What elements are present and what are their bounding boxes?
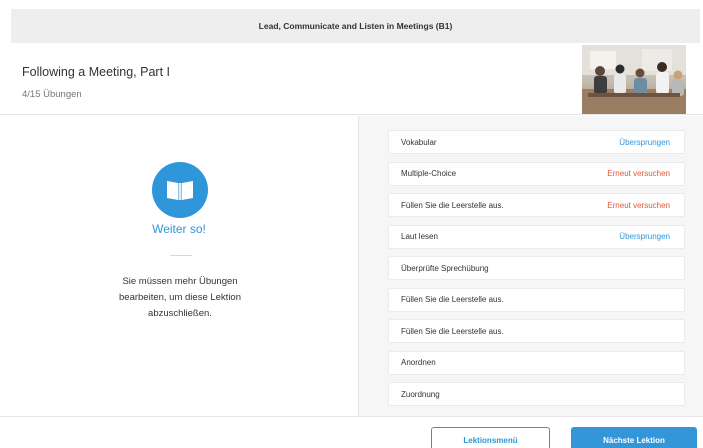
exercise-item[interactable]: Vokabular Übersprungen [388, 130, 685, 154]
exercise-item[interactable]: Überprüfte Sprechübung [388, 256, 685, 280]
course-title-bar: Lead, Communicate and Listen in Meetings… [11, 9, 700, 43]
exercise-name: Überprüfte Sprechübung [401, 263, 489, 273]
exercise-name: Füllen Sie die Leerstelle aus. [401, 200, 504, 210]
exercise-item[interactable]: Füllen Sie die Leerstelle aus. Erneut ver… [388, 193, 685, 217]
exercise-item[interactable]: Füllen Sie die Leerstelle aus. [388, 287, 685, 312]
lesson-menu-button[interactable]: Lektionsmenü [431, 427, 550, 448]
exercise-status: Erneut versuchen [607, 200, 670, 210]
lesson-header: Following a Meeting, Part I 4/15 Übungen [0, 43, 703, 115]
open-book-icon [152, 162, 208, 218]
exercise-name: Zuordnung [401, 389, 440, 399]
exercise-status: Übersprungen [619, 137, 670, 147]
praise-heading: Weiter so! [152, 222, 206, 236]
exercise-name: Multiple-Choice [401, 169, 457, 178]
next-lesson-button[interactable]: Nächste Lektion [571, 427, 697, 448]
exercise-status: Erneut versuchen [607, 169, 670, 178]
lesson-progress: 4/15 Übungen [22, 89, 82, 100]
exercise-name: Füllen Sie die Leerstelle aus. [401, 326, 504, 336]
exercise-item[interactable]: Multiple-Choice Erneut versuchen [388, 161, 685, 186]
exercise-name: Vokabular [401, 137, 437, 147]
lesson-thumbnail [582, 45, 686, 114]
footer-bar: Lektionsmenü Nächste Lektion [0, 416, 703, 448]
exercise-status: Übersprungen [619, 232, 670, 241]
exercise-item[interactable]: Laut lesen Übersprungen [388, 224, 685, 249]
exercise-name: Laut lesen [401, 232, 438, 241]
lesson-title: Following a Meeting, Part I [22, 65, 170, 79]
exercise-panel: Vokabular Übersprungen Multiple-Choice Erne… [359, 116, 703, 416]
exercise-item[interactable]: Füllen Sie die Leerstelle aus. [388, 319, 685, 343]
exercise-name: Füllen Sie die Leerstelle aus. [401, 295, 504, 304]
exercise-item[interactable]: Anordnen [388, 350, 685, 375]
exercise-list: Vokabular Übersprungen Multiple-Choice Erne… [388, 130, 685, 414]
exercise-item[interactable]: Zuordnung [388, 382, 685, 406]
exercise-name: Anordnen [401, 358, 436, 367]
completion-message: Sie müssen mehr Übungen bearbeiten, um d… [119, 276, 241, 319]
result-panel: Weiter so! Sie müssen mehr Übungen bearb… [0, 116, 358, 416]
course-title: Lead, Communicate and Listen in Meetings… [258, 21, 453, 31]
divider [170, 255, 192, 256]
